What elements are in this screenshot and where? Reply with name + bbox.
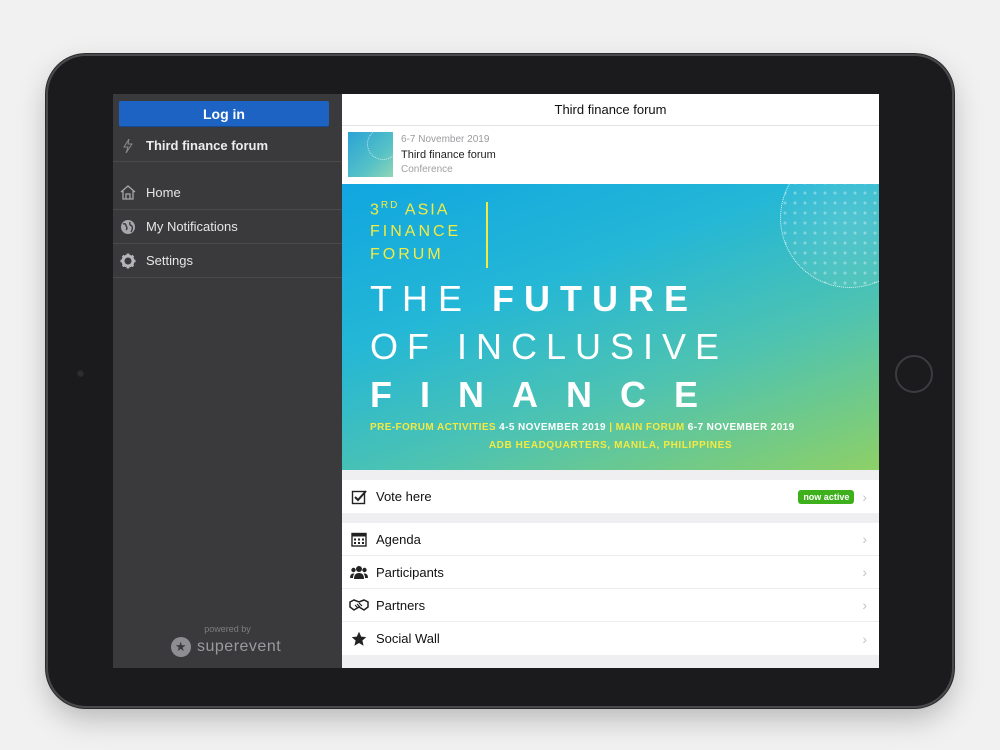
superevent-brand[interactable]: ★ superevent [171,637,281,657]
feature-menu: Agenda › Participants › Partners › Socia… [342,523,879,655]
sidebar-event-item[interactable]: Third finance forum [113,130,342,162]
chevron-right-icon: › [862,597,867,613]
vote-row[interactable]: Vote here now active › [342,480,879,513]
checkbox-icon [342,489,376,505]
banner-headline-2: OF INCLUSIVE [370,326,729,367]
event-title: Third finance forum [401,149,496,161]
star-icon [342,631,376,647]
app-screen: Log in Third finance forum Home My Notif… [113,94,879,668]
event-thumbnail [348,128,399,177]
globe-graphic [780,184,879,288]
chevron-right-icon: › [862,564,867,580]
powered-by-label: powered by [204,624,251,634]
home-icon [113,185,143,200]
menu-item-participants[interactable]: Participants › [342,556,879,589]
banner-forum: FORUM [370,246,444,263]
chevron-right-icon: › [862,630,867,647]
gear-icon [113,253,143,269]
menu-item-label: Social Wall [376,631,440,646]
home-hardware-button[interactable] [895,355,933,393]
menu-item-partners[interactable]: Partners › [342,589,879,622]
sidebar-item-home[interactable]: Home [113,176,342,210]
banner-headline-1: THE FUTURE [370,278,699,319]
main-content: Third finance forum 6-7 November 2019 Th… [342,94,879,668]
menu-item-label: Partners [376,597,426,613]
lightning-icon [113,138,143,153]
banner-headline-3: FINANCE [370,374,726,415]
banner-venue: ADB HEADQUARTERS, MANILA, PHILIPPINES [488,440,733,451]
banner-divider [486,202,488,268]
sidebar-nav: Home My Notifications Settings [113,176,342,278]
event-card[interactable]: 6-7 November 2019 Third finance forum Co… [342,126,879,184]
menu-item-label: Participants [376,564,444,580]
page-title: Third finance forum [342,94,879,126]
sidebar-item-label: My Notifications [146,219,238,234]
event-date: 6-7 November 2019 [401,134,490,145]
banner-edition: 3RD ASIA [370,200,450,219]
banner-finance: FINANCE [370,223,462,240]
vote-label: Vote here [376,489,432,504]
sidebar-item-label: Home [146,185,181,200]
menu-item-agenda[interactable]: Agenda › [342,523,879,556]
calendar-icon [342,531,376,547]
globe-icon [113,219,143,235]
menu-item-social-wall[interactable]: Social Wall › [342,622,879,655]
menu-item-label: Agenda [376,531,421,547]
brand-name: superevent [197,638,282,655]
sidebar-item-settings[interactable]: Settings [113,244,342,278]
chevron-right-icon: › [862,531,867,547]
event-type: Conference [401,164,453,175]
star-logo-icon: ★ [171,637,191,657]
handshake-icon [342,598,376,612]
sidebar-event-label: Third finance forum [146,138,269,153]
sidebar-item-notifications[interactable]: My Notifications [113,210,342,244]
chevron-right-icon: › [862,488,867,505]
banner-dates: PRE-FORUM ACTIVITIES 4-5 NOVEMBER 2019 |… [370,422,795,433]
status-badge: now active [798,489,855,504]
login-button[interactable]: Log in [119,101,329,127]
sidebar: Log in Third finance forum Home My Notif… [113,94,342,668]
people-icon [342,564,376,580]
event-banner: 3RD ASIA FINANCE FORUM THE FUTURE OF INC… [342,184,879,470]
camera-dot [76,369,85,378]
sidebar-item-label: Settings [146,253,193,268]
